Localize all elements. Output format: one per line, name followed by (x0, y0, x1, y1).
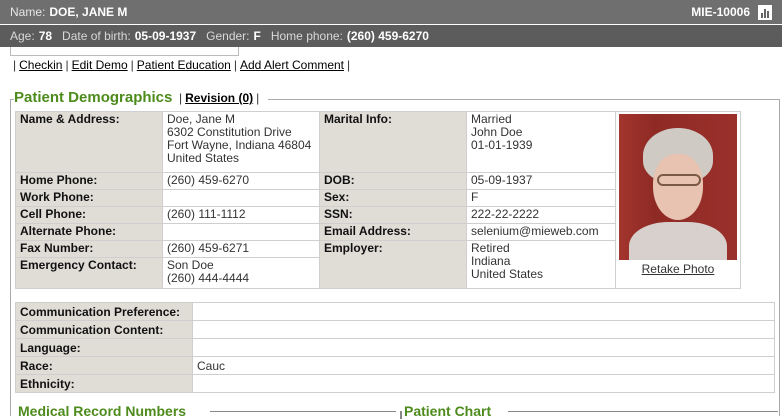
mrn-value: MIE-10006 (691, 5, 750, 19)
name-label: Name: (10, 5, 46, 19)
dob-value: 05-09-1937 (134, 29, 197, 43)
ethnicity-label: Ethnicity: (16, 375, 192, 392)
employer-value: Retired Indiana United States (467, 241, 615, 288)
home-phone-value: (260) 459-6270 (163, 173, 319, 189)
revision-area: | Revision (0) | (176, 91, 269, 105)
work-phone-value (163, 190, 319, 206)
race-value: Cauc (193, 357, 774, 374)
fax-number-value: (260) 459-6271 (163, 241, 319, 257)
name-address-value: Doe, Jane M 6302 Constitution Drive Fort… (163, 112, 319, 172)
action-links: | Checkin | Edit Demo | Patient Education | Add… (13, 58, 351, 72)
dob-value: 05-09-1937 (467, 173, 615, 189)
age-label: Age: (10, 29, 35, 43)
ssn-value: 222-22-2222 (467, 207, 615, 223)
add-alert-comment-link[interactable]: Add Alert Comment (240, 58, 344, 72)
patient-header-bar: Name: DOE, JANE M MIE-10006 (0, 0, 782, 24)
communication-content-label: Communication Content: (16, 321, 192, 338)
emergency-contact-label: Emergency Contact: (16, 258, 162, 288)
marital-info-value: Married John Doe 01-01-1939 (467, 112, 615, 172)
ssn-label: SSN: (320, 207, 466, 223)
bar-chart-icon[interactable] (758, 4, 772, 20)
demographics-table: Name & Address: Doe, Jane M 6302 Constit… (15, 111, 741, 289)
age-value: 78 (38, 29, 53, 43)
language-label: Language: (16, 339, 192, 356)
home-phone-label: Home phone: (270, 29, 343, 43)
employer-line: United States (471, 267, 544, 281)
patient-subheader: Age: 78 Date of birth: 05-09-1937 Gender… (0, 25, 782, 47)
language-value (193, 339, 774, 356)
fax-number-label: Fax Number: (16, 241, 162, 257)
communication-content-value (193, 321, 774, 338)
emergency-contact-value: Son Doe (260) 444-4444 (163, 258, 319, 288)
revision-link[interactable]: Revision (0) (185, 91, 253, 105)
patient-demographics-title: Patient Demographics (14, 89, 177, 106)
race-label: Race: (16, 357, 192, 374)
checkin-link[interactable]: Checkin (19, 58, 62, 72)
communication-preference-value (193, 303, 774, 320)
medical-record-numbers-title: Medical Record Numbers (18, 403, 193, 419)
work-phone-label: Work Phone: (16, 190, 162, 206)
patient-education-link[interactable]: Patient Education (137, 58, 231, 72)
patient-photo-cell: Retake Photo (616, 112, 740, 288)
edit-demo-link[interactable]: Edit Demo (72, 58, 128, 72)
employer-label: Employer: (320, 241, 466, 288)
ethnicity-value (193, 375, 774, 392)
section-divider (210, 411, 396, 412)
gender-value: F (253, 29, 261, 43)
section-divider (400, 411, 402, 419)
collapsed-panel-tab[interactable] (10, 47, 239, 56)
communication-preference-label: Communication Preference: (16, 303, 192, 320)
dob-label: Date of birth: (62, 29, 131, 43)
patient-name: DOE, JANE M (49, 5, 128, 19)
emergency-line: (260) 444-4444 (167, 271, 250, 285)
gender-label: Gender: (206, 29, 250, 43)
communication-table: Communication Preference: Communication … (15, 302, 775, 393)
retake-photo-link[interactable]: Retake Photo (618, 263, 738, 276)
marital-line: 01-01-1939 (471, 138, 533, 152)
address-line: United States (167, 151, 240, 165)
alternate-phone-label: Alternate Phone: (16, 224, 162, 240)
home-phone-label: Home Phone: (16, 173, 162, 189)
patient-photo (619, 114, 737, 260)
patient-chart-title: Patient Chart (404, 403, 498, 419)
marital-info-label: Marital Info: (320, 112, 466, 172)
email-value: selenium@mieweb.com (467, 224, 615, 240)
cell-phone-value: (260) 111-1112 (163, 207, 319, 223)
sex-label: Sex: (320, 190, 466, 206)
dob-label: DOB: (320, 173, 466, 189)
alternate-phone-value (163, 224, 319, 240)
home-phone-value: (260) 459-6270 (346, 29, 429, 43)
cell-phone-label: Cell Phone: (16, 207, 162, 223)
name-address-label: Name & Address: (16, 112, 162, 172)
sex-value: F (467, 190, 615, 206)
email-label: Email Address: (320, 224, 466, 240)
mrn-badge: MIE-10006 (691, 4, 772, 20)
section-divider (508, 411, 778, 412)
